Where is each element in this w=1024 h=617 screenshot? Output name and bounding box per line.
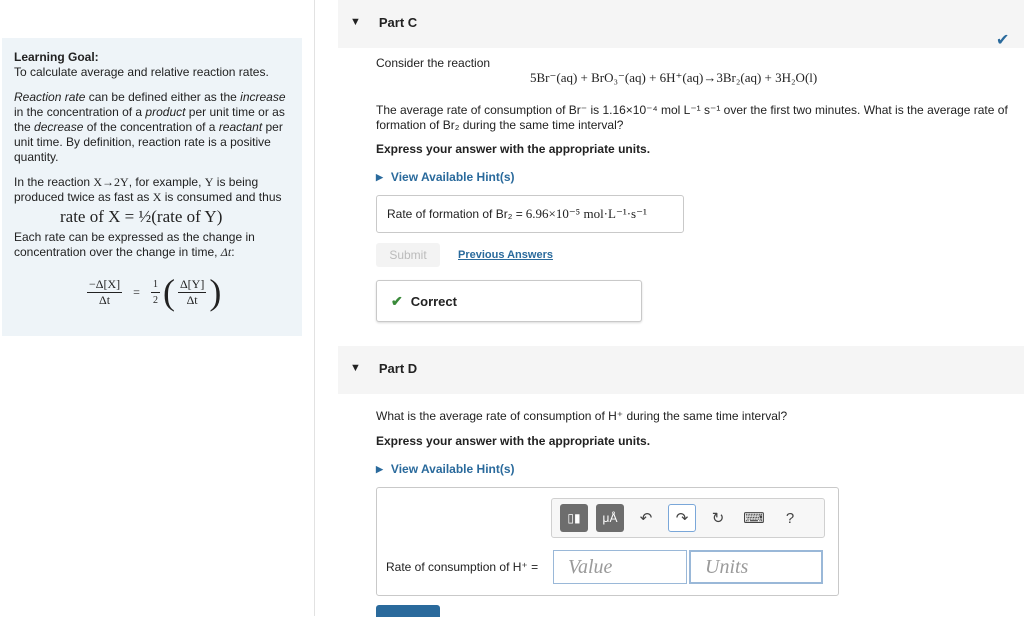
consider-text: Consider the reaction [376,56,491,70]
goal-title: Learning Goal: [14,50,99,64]
part-d-header[interactable]: ▼ Part D [338,346,1024,390]
reaction-equation: 5Br⁻(aq) + BrO₃⁻(aq) + 6H⁺(aq)→3Br₂(aq) … [530,70,818,85]
redo-icon[interactable]: ↷ [668,504,696,532]
expand-triangle-icon: ▶ [376,463,383,474]
goal-change-text: Each rate can be expressed as the change… [14,230,255,259]
collapse-caret-icon[interactable]: ▼ [350,362,361,374]
keyboard-icon[interactable]: ⌨ [740,504,768,532]
goal-subtitle: To calculate average and relative reacti… [14,65,269,79]
math-toolbar: ▯▮ μÅ ↶ ↷ ↻ ⌨ ? [551,498,825,538]
correct-feedback: ✔ Correct [376,280,642,322]
templates-icon[interactable]: ▯▮ [560,504,588,532]
value-input[interactable]: Value [553,550,687,584]
completed-check-icon: ✔ [996,32,1010,49]
part-d-title: Part D [378,360,418,376]
sidebar-divider [314,0,315,616]
part-c-submit-button[interactable]: Submit [376,243,440,267]
units-input[interactable]: Units [689,550,823,584]
part-d-submit-button[interactable] [376,605,440,617]
expand-triangle-icon: ▶ [376,171,383,182]
undo-icon[interactable]: ↶ [632,504,660,532]
part-c-answer: Rate of formation of Br₂ = 6.96×10⁻⁵ mol… [376,195,684,233]
reset-icon[interactable]: ↻ [704,504,732,532]
part-c-title: Part C [378,14,418,30]
learning-goal-panel: Learning Goal: To calculate average and … [2,38,302,336]
part-c-hint-link[interactable]: ▶ View Available Hint(s) [376,170,515,184]
part-c-question: The average rate of consumption of Br⁻ i… [376,103,1008,132]
part-c-previous-answers-link[interactable]: Previous Answers [458,249,553,261]
part-c-answer-value: 6.96×10⁻⁵ mol·L⁻¹·s⁻¹ [525,206,647,221]
goal-example: In the reaction X→2Y, for example, Y is … [14,175,282,204]
part-d-question: What is the average rate of consumption … [376,409,788,423]
part-d-instruction: Express your answer with the appropriate… [376,434,651,448]
rate-equation: rate of X = ½(rate of Y) [60,207,223,226]
goal-definition: Reaction rate can be defined either as t… [14,90,286,164]
part-d-input-label: Rate of consumption of H⁺ = [386,560,539,574]
rate-fraction-equation: −Δ[X] Δt = 12 ( Δ[Y] Δt ) [87,272,222,312]
check-icon: ✔ [391,292,403,309]
collapse-caret-icon[interactable]: ▼ [350,16,361,28]
help-icon[interactable]: ? [776,504,804,532]
part-c-instruction: Express your answer with the appropriate… [376,142,651,156]
part-c-header[interactable]: ▼ Part C [338,0,1024,44]
units-icon[interactable]: μÅ [596,504,624,532]
part-d-hint-link[interactable]: ▶ View Available Hint(s) [376,462,515,476]
